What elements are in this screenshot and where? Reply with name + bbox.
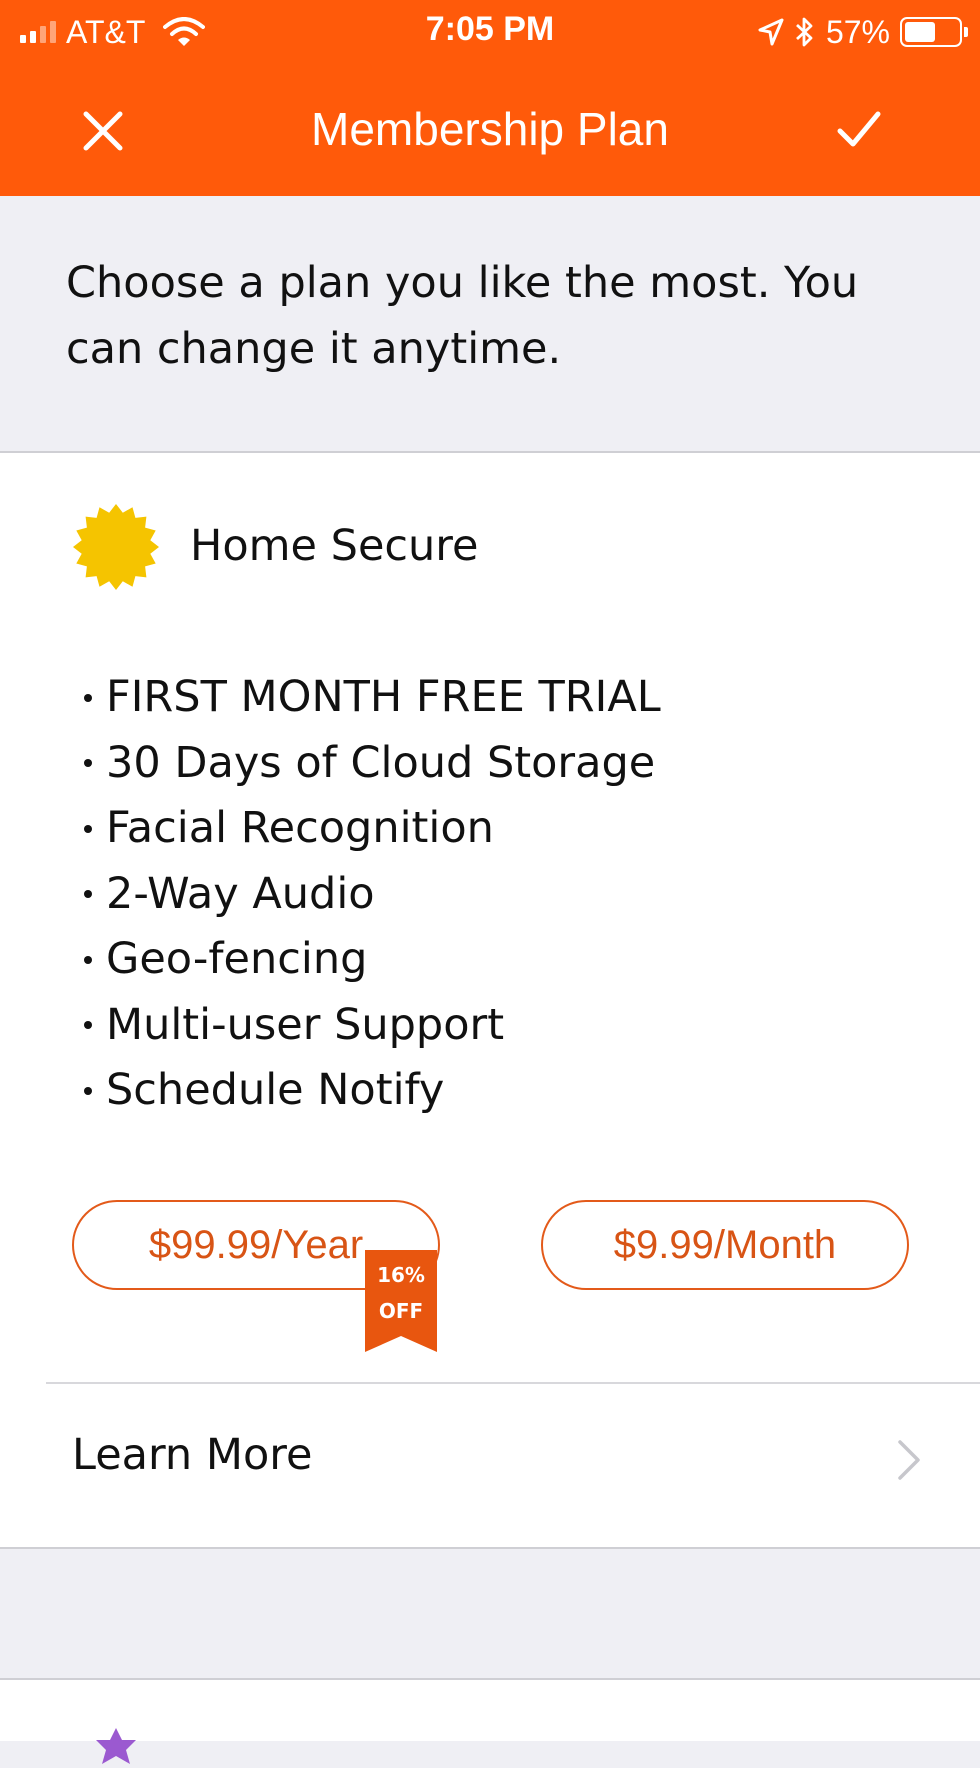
bluetooth-icon bbox=[796, 17, 813, 47]
chevron-right-icon bbox=[898, 1440, 920, 1480]
discount-percent: 16% bbox=[377, 1263, 425, 1287]
sun-badge-icon bbox=[73, 504, 159, 590]
checkmark-icon[interactable] bbox=[834, 104, 884, 154]
learn-more-label: Learn More bbox=[72, 1430, 313, 1480]
app-header: AT&T 7:05 PM 57% Membership Plan bbox=[0, 0, 980, 196]
list-item: Multi-user Support bbox=[84, 993, 661, 1059]
feature-text: 2-Way Audio bbox=[106, 868, 375, 919]
section-divider bbox=[0, 1547, 980, 1549]
feature-text: Schedule Notify bbox=[106, 1065, 445, 1115]
feature-text: Multi-user Support bbox=[106, 999, 505, 1050]
feature-text: Facial Recognition bbox=[106, 803, 494, 853]
location-arrow-icon bbox=[758, 18, 784, 46]
status-bar: AT&T 7:05 PM 57% bbox=[0, 0, 980, 64]
battery-percent: 57% bbox=[825, 13, 890, 50]
monthly-price-button[interactable]: $9.99/Month bbox=[541, 1200, 909, 1290]
list-item: 2-Way Audio bbox=[84, 862, 661, 928]
next-plan-card[interactable] bbox=[0, 1680, 980, 1764]
feature-text: Geo-fencing bbox=[106, 934, 368, 984]
intro-text: Choose a plan you like the most. You can… bbox=[66, 258, 859, 374]
feature-text: FIRST MONTH FREE TRIAL bbox=[106, 672, 661, 722]
plan-card: Home Secure FIRST MONTH FREE TRIAL 30 Da… bbox=[0, 453, 980, 1547]
feature-text: 30 Days of Cloud Storage bbox=[106, 737, 656, 788]
feature-list: FIRST MONTH FREE TRIAL 30 Days of Cloud … bbox=[84, 665, 661, 1124]
navigation-bar: Membership Plan bbox=[0, 64, 980, 196]
battery-icon bbox=[900, 17, 968, 47]
plan-name: Home Secure bbox=[190, 521, 479, 571]
status-right: 57% bbox=[758, 12, 968, 52]
list-item: Geo-fencing bbox=[84, 927, 661, 993]
list-item: 30 Days of Cloud Storage bbox=[84, 731, 661, 797]
star-badge-icon bbox=[96, 1728, 136, 1764]
list-item: Schedule Notify bbox=[84, 1058, 661, 1124]
learn-more-row[interactable]: Learn More bbox=[0, 1384, 980, 1547]
page-title: Membership Plan bbox=[311, 103, 669, 155]
list-item: FIRST MONTH FREE TRIAL bbox=[84, 665, 661, 731]
discount-label: OFF bbox=[378, 1299, 424, 1323]
list-item: Facial Recognition bbox=[84, 796, 661, 862]
